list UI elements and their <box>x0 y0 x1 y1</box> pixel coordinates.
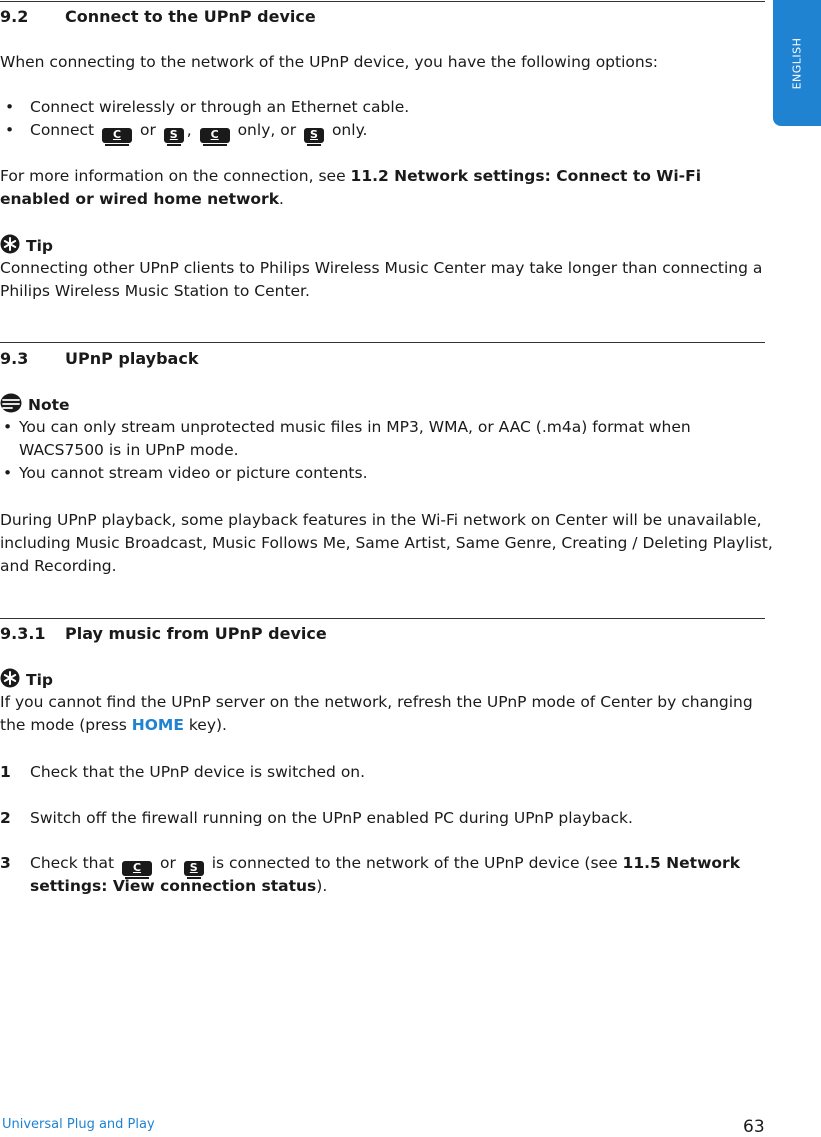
home-key-label: HOME <box>131 716 184 734</box>
note-icon <box>0 393 22 413</box>
section-heading-9-3: 9.3 UPnP playback <box>0 349 199 368</box>
section-heading-9-2: 9.2 Connect to the UPnP device <box>0 7 316 26</box>
station-device-icon: S <box>304 128 325 146</box>
section-divider <box>0 1 765 2</box>
tip-text: Connecting other UPnP clients to Philips… <box>0 259 763 277</box>
center-device-icon: C <box>122 861 153 879</box>
section-number: 9.2 <box>0 7 29 26</box>
tip-text: Philips Wireless Music Station to Center… <box>0 282 310 300</box>
tip-icon <box>0 668 20 688</box>
section-heading-9-3-1: 9.3.1 Play music from UPnP device <box>0 624 327 643</box>
paragraph-line: and Recording. <box>0 557 117 575</box>
section-divider <box>0 618 765 619</box>
more-info-line: For more information on the connection, … <box>0 167 702 185</box>
tip-header: Tip <box>0 234 53 258</box>
cross-reference-link: settings: View connection status <box>30 877 317 895</box>
tip-icon <box>0 234 20 254</box>
note-header: Note <box>0 393 70 417</box>
tip-header: Tip <box>0 668 53 692</box>
tip-text: the mode (press HOME key). <box>0 716 227 734</box>
station-device-icon: S <box>183 861 204 879</box>
section-title: Connect to the UPnP device <box>65 7 316 26</box>
center-device-icon: C <box>199 128 230 146</box>
language-tab-label: ENGLISH <box>773 0 821 126</box>
section-divider <box>0 342 765 343</box>
cross-reference-link: 11.5 Network <box>622 854 741 872</box>
page-number: 63 <box>743 1117 765 1137</box>
paragraph-line: During UPnP playback, some playback feat… <box>0 511 762 529</box>
language-tab-text: ENGLISH <box>790 37 804 89</box>
footer-section-title: Universal Plug and Play <box>2 1117 155 1132</box>
station-device-icon: S <box>163 128 184 146</box>
center-device-icon: C <box>102 128 133 146</box>
cross-reference-link: enabled or wired home network <box>0 190 280 208</box>
cross-reference-link: 11.2 Network settings: Connect to Wi-Fi <box>350 167 702 185</box>
paragraph-line: including Music Broadcast, Music Follows… <box>0 534 773 552</box>
step-item-continued: settings: View connection status). <box>30 877 328 895</box>
intro-paragraph: When connecting to the network of the UP… <box>0 53 659 71</box>
tip-text: If you cannot find the UPnP server on th… <box>0 693 753 711</box>
note-item-continued: WACS7500 is in UPnP mode. <box>19 441 239 459</box>
more-info-line: enabled or wired home network. <box>0 190 284 208</box>
